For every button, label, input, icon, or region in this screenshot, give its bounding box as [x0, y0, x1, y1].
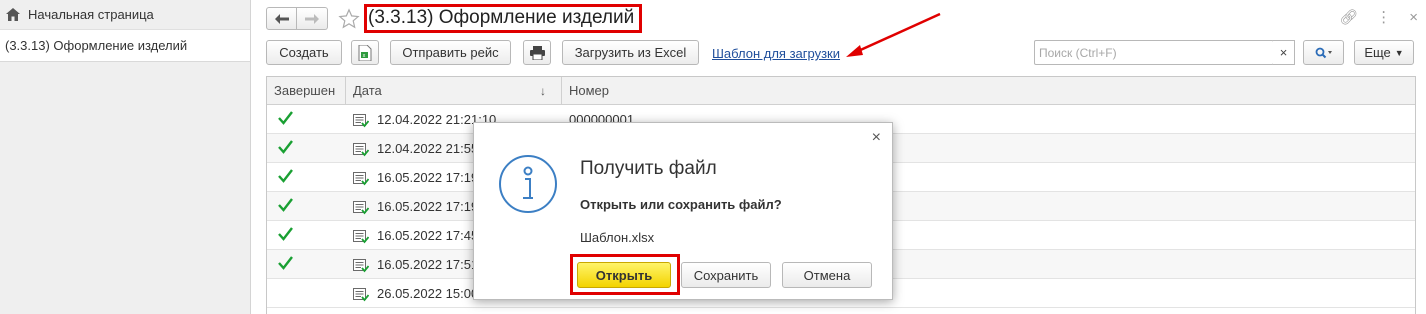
- dialog-close-button[interactable]: ×: [872, 129, 881, 147]
- main-panel: (3.3.13) Оформление изделий 🔗︎ ⋮ × Созда…: [252, 0, 1426, 314]
- column-header-done[interactable]: Завершен: [267, 77, 346, 105]
- search-clear-button[interactable]: ×: [1273, 40, 1295, 65]
- checkmark-icon: [278, 169, 293, 183]
- more-label: Еще: [1364, 45, 1391, 60]
- excel-doc-button[interactable]: x: [351, 40, 379, 65]
- printer-icon: [529, 45, 545, 60]
- star-icon[interactable]: [338, 7, 360, 30]
- create-button[interactable]: Создать: [266, 40, 342, 65]
- sidebar: Начальная страница (3.3.13) Оформление и…: [0, 0, 251, 314]
- print-button[interactable]: [523, 40, 551, 65]
- search-input[interactable]: Поиск (Ctrl+F): [1034, 40, 1274, 65]
- annotation-arrow-icon: [846, 12, 941, 57]
- sort-down-icon[interactable]: ↓: [540, 77, 546, 105]
- window-controls: 🔗︎ ⋮ ×: [1339, 8, 1418, 27]
- chevron-down-icon: ▼: [1394, 47, 1404, 58]
- load-from-excel-button[interactable]: Загрузить из Excel: [562, 40, 699, 65]
- sidebar-item-label: (3.3.13) Оформление изделий: [5, 38, 188, 53]
- document-icon: [353, 114, 369, 128]
- column-header-date[interactable]: Дата: [346, 77, 562, 105]
- more-button[interactable]: Еще ▼: [1354, 40, 1414, 65]
- close-icon[interactable]: ×: [1409, 9, 1418, 26]
- back-arrow-icon: [274, 13, 289, 24]
- checkmark-icon: [278, 140, 293, 154]
- row-date: 26.05.2022 15:00: [377, 286, 479, 301]
- sidebar-item-label: Начальная страница: [28, 7, 154, 22]
- dialog-title: Получить файл: [580, 158, 717, 179]
- template-download-link[interactable]: Шаблон для загрузки: [712, 46, 840, 61]
- document-icon: [353, 172, 369, 186]
- checkmark-icon: [278, 198, 293, 212]
- send-trip-button[interactable]: Отправить рейс: [390, 40, 511, 65]
- save-button[interactable]: Сохранить: [681, 262, 771, 288]
- row-date: 16.05.2022 17:19: [377, 199, 479, 214]
- more-vertical-icon[interactable]: ⋮: [1376, 8, 1391, 26]
- back-button[interactable]: [266, 7, 297, 30]
- forward-button[interactable]: [297, 7, 328, 30]
- info-icon: [499, 155, 557, 213]
- title-bar: (3.3.13) Оформление изделий: [266, 4, 643, 33]
- table-header: Завершен Дата ↓ Номер: [267, 77, 1415, 105]
- document-icon: [353, 143, 369, 157]
- document-icon: [353, 230, 369, 244]
- document-icon: [353, 201, 369, 215]
- get-file-dialog: × Получить файл Открыть или сохранить фа…: [473, 122, 893, 300]
- forward-arrow-icon: [305, 13, 319, 24]
- sidebar-item-design-products[interactable]: (3.3.13) Оформление изделий: [0, 30, 250, 62]
- svg-text:x: x: [363, 53, 366, 59]
- link-icon[interactable]: 🔗︎: [1339, 8, 1358, 26]
- column-header-number[interactable]: Номер: [562, 77, 1415, 105]
- checkmark-icon: [278, 227, 293, 241]
- sidebar-item-home[interactable]: Начальная страница: [0, 0, 250, 30]
- row-date: 16.05.2022 17:19: [377, 170, 479, 185]
- row-date: 16.05.2022 17:51: [377, 257, 479, 272]
- excel-doc-icon: x: [358, 44, 372, 61]
- open-button[interactable]: Открыть: [577, 262, 671, 288]
- dialog-question: Открыть или сохранить файл?: [580, 197, 782, 212]
- dialog-filename: Шаблон.xlsx: [580, 230, 655, 245]
- search-icon: [1315, 47, 1332, 58]
- checkmark-icon: [278, 256, 293, 270]
- document-icon: [353, 288, 369, 302]
- home-icon: [6, 8, 20, 21]
- cancel-button[interactable]: Отмена: [782, 262, 872, 288]
- search-button[interactable]: [1303, 40, 1344, 65]
- row-date: 16.05.2022 17:45: [377, 228, 479, 243]
- checkmark-icon: [278, 111, 293, 125]
- page-title: (3.3.13) Оформление изделий: [364, 4, 643, 33]
- row-date: 12.04.2022 21:55: [377, 141, 479, 156]
- document-icon: [353, 259, 369, 273]
